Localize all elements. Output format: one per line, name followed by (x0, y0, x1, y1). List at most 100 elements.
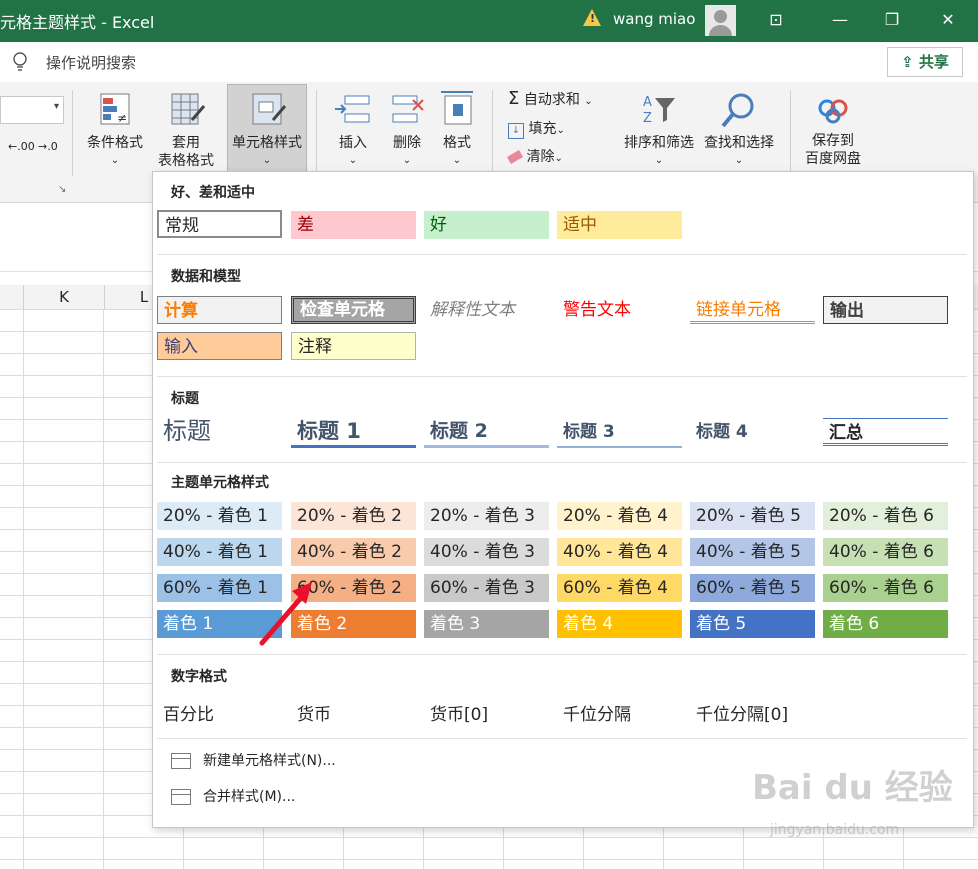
style-20-accent-5[interactable]: 20% - 着色 5 (690, 502, 815, 530)
new-cell-style-menu-item[interactable]: 新建单元格样式(N)... (171, 750, 336, 770)
user-name[interactable]: wang miao (613, 10, 695, 28)
style-20-accent-2[interactable]: 20% - 着色 2 (291, 502, 416, 530)
save-to-baidu-button[interactable]: 保存到 百度网盘 (798, 92, 868, 168)
style-warning[interactable]: 警告文本 (557, 296, 682, 324)
style-total[interactable]: 汇总 (823, 418, 948, 446)
style-40-accent-6[interactable]: 40% - 着色 6 (823, 538, 948, 566)
cell-styles-button-content[interactable]: 单元格样式 ⌄ (228, 90, 306, 170)
style-normal[interactable]: 常规 (157, 210, 282, 238)
style-accent-1[interactable]: 着色 1 (157, 610, 282, 638)
ribbon-display-icon[interactable]: ⊡ (766, 10, 786, 30)
warning-icon[interactable]: ! (583, 9, 601, 26)
column-header-k[interactable]: K (23, 285, 105, 309)
style-accent-6[interactable]: 着色 6 (823, 610, 948, 638)
style-good[interactable]: 好 (424, 211, 549, 239)
style-heading-4[interactable]: 标题 4 (690, 414, 815, 448)
increase-decimal-icon: ← (8, 140, 18, 153)
delete-label: 删除 (393, 135, 421, 151)
baidu-cloud-icon (818, 99, 848, 124)
lightbulb-icon (13, 52, 27, 71)
style-output[interactable]: 输出 (823, 296, 948, 324)
chevron-down-icon: ▾ (53, 101, 59, 112)
insert-button[interactable]: 插入 ⌄ (330, 90, 376, 170)
style-neutral[interactable]: 适中 (557, 211, 682, 239)
style-title[interactable]: 标题 (157, 414, 282, 448)
merge-styles-icon (171, 789, 191, 805)
avatar[interactable] (705, 5, 736, 36)
style-60-accent-4[interactable]: 60% - 着色 4 (557, 574, 682, 602)
title-bar: 元格主题样式 - Excel ! wang miao ⊡ — ❐ ✕ (0, 0, 978, 42)
format-as-table-button[interactable]: 套用 表格格式 (150, 90, 222, 170)
style-40-accent-5[interactable]: 40% - 着色 5 (690, 538, 815, 566)
style-heading-2[interactable]: 标题 2 (424, 414, 549, 448)
sigma-icon: Σ (508, 88, 520, 109)
merge-styles-menu-item[interactable]: 合并样式(M)... (171, 786, 295, 806)
tell-me-search[interactable]: 操作说明搜索 (46, 52, 136, 73)
style-60-accent-6[interactable]: 60% - 着色 6 (823, 574, 948, 602)
save-to-label-2: 百度网盘 (805, 151, 861, 167)
style-accent-4[interactable]: 着色 4 (557, 610, 682, 638)
style-linked-cell[interactable]: 链接单元格 (690, 296, 815, 324)
style-60-accent-3[interactable]: 60% - 着色 3 (424, 574, 549, 602)
style-40-accent-2[interactable]: 40% - 着色 2 (291, 538, 416, 566)
style-20-accent-3[interactable]: 20% - 着色 3 (424, 502, 549, 530)
style-explanatory[interactable]: 解释性文本 (424, 296, 549, 324)
style-comma[interactable]: 千位分隔 (563, 700, 631, 725)
style-currency[interactable]: 货币 (297, 700, 331, 725)
svg-text:Z: Z (643, 111, 652, 126)
style-accent-3[interactable]: 着色 3 (424, 610, 549, 638)
new-style-icon (171, 753, 191, 769)
style-60-accent-1[interactable]: 60% - 着色 1 (157, 574, 282, 602)
style-20-accent-4[interactable]: 20% - 着色 4 (557, 502, 682, 530)
section-header: 主题单元格样式 (171, 475, 269, 491)
delete-icon (392, 95, 424, 123)
decrease-decimal-button[interactable]: →.0 (38, 140, 58, 153)
window-title: 元格主题样式 - Excel (0, 13, 155, 32)
style-currency-0[interactable]: 货币[0] (430, 700, 488, 725)
style-accent-2[interactable]: 着色 2 (291, 610, 416, 638)
style-20-accent-6[interactable]: 20% - 着色 6 (823, 502, 948, 530)
divider (157, 376, 967, 377)
sort-filter-button[interactable]: A Z 排序和筛选 ⌄ (620, 90, 698, 170)
increase-decimal-button[interactable]: ←.00 (8, 140, 35, 153)
style-60-accent-2[interactable]: 60% - 着色 2 (291, 574, 416, 602)
divider (157, 654, 967, 655)
format-label: 格式 (443, 135, 471, 151)
style-percent[interactable]: 百分比 (163, 700, 214, 725)
number-format-dropdown[interactable]: ▾ (0, 96, 64, 124)
close-icon[interactable]: ✕ (938, 10, 958, 30)
minimize-icon[interactable]: — (830, 10, 850, 30)
find-select-label: 查找和选择 (704, 135, 774, 151)
eraser-icon (506, 150, 524, 164)
dialog-launcher-icon[interactable]: ↘ (58, 184, 66, 195)
insert-icon (335, 95, 370, 123)
fill-button[interactable]: ↓ 填充⌄ (508, 118, 565, 139)
save-to-label-1: 保存到 (812, 133, 854, 149)
style-input[interactable]: 输入 (157, 332, 282, 360)
style-note[interactable]: 注释 (291, 332, 416, 360)
clear-button[interactable]: 清除⌄ (506, 146, 563, 166)
conditional-format-label: 条件格式 (87, 135, 143, 151)
style-heading-3[interactable]: 标题 3 (557, 414, 682, 448)
style-40-accent-3[interactable]: 40% - 着色 3 (424, 538, 549, 566)
style-20-accent-1[interactable]: 20% - 着色 1 (157, 502, 282, 530)
style-bad[interactable]: 差 (291, 211, 416, 239)
style-comma-0[interactable]: 千位分隔[0] (696, 700, 788, 725)
restore-icon[interactable]: ❐ (882, 10, 902, 30)
find-select-button[interactable]: 查找和选择 ⌄ (700, 90, 778, 170)
style-40-accent-4[interactable]: 40% - 着色 4 (557, 538, 682, 566)
conditional-format-button[interactable]: ≠ 条件格式 ⌄ (84, 90, 146, 170)
style-check-cell[interactable]: 检查单元格 (291, 296, 416, 324)
magnifier-icon (721, 93, 754, 128)
style-40-accent-1[interactable]: 40% - 着色 1 (157, 538, 282, 566)
cell-styles-icon (252, 93, 287, 125)
delete-button[interactable]: 删除 ⌄ (384, 90, 430, 170)
autosum-button[interactable]: Σ 自动求和 ⌄ (508, 88, 593, 109)
style-accent-5[interactable]: 着色 5 (690, 610, 815, 638)
baidu-watermark: Bai du 经验 (752, 768, 953, 808)
style-60-accent-5[interactable]: 60% - 着色 5 (690, 574, 815, 602)
format-button[interactable]: 格式 ⌄ (436, 90, 478, 170)
style-heading-1[interactable]: 标题 1 (291, 414, 416, 448)
share-button[interactable]: ⇪ 共享 (887, 47, 963, 77)
style-calculation[interactable]: 计算 (157, 296, 282, 324)
